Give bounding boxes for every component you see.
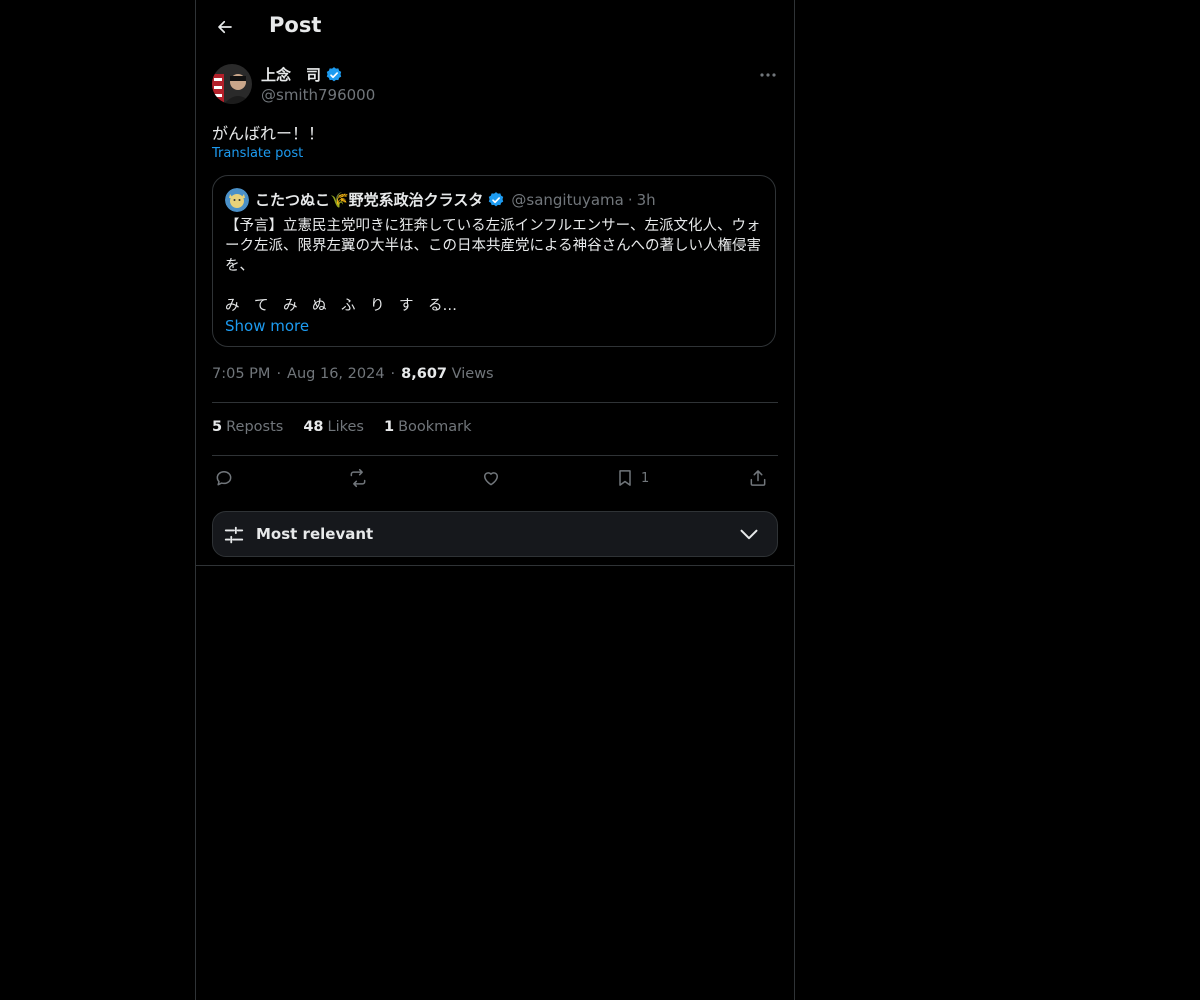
bookmarks-count: 1 (383, 419, 395, 435)
page-title: Post (269, 13, 322, 37)
author-name[interactable]: 上念 司 (261, 64, 343, 85)
author-name-text: 上念 司 (261, 66, 322, 84)
reposts-stat[interactable]: 5 Reposts (212, 419, 283, 435)
quoted-post[interactable]: こたつぬこ🌾野党系政治クラスタ @sangituyama · 3h 【予言】立憲… (212, 175, 776, 347)
reply-button[interactable] (214, 468, 234, 488)
sliders-icon (224, 526, 244, 544)
quoted-post-time[interactable]: 3h (637, 191, 656, 209)
verified-badge-icon (326, 66, 342, 81)
sort-label: Most relevant (256, 525, 374, 543)
show-more-link[interactable]: Show more (225, 317, 309, 335)
repost-button[interactable] (347, 468, 369, 488)
post-text: がんばれー！！ (212, 124, 325, 143)
bookmark-button[interactable]: 1 (615, 468, 649, 488)
author-avatar[interactable] (212, 64, 252, 104)
verified-badge-icon (489, 191, 504, 206)
arrow-left-icon (218, 20, 232, 34)
reply-icon (216, 471, 232, 486)
post-meta: 7:05 PM · Aug 16, 2024 · 8,607 Views (212, 366, 494, 382)
quoted-author-name[interactable]: こたつぬこ🌾野党系政治クラスタ (255, 189, 483, 210)
more-options-button[interactable] (756, 64, 780, 86)
quoted-author-avatar[interactable] (225, 188, 249, 212)
divider (196, 565, 794, 566)
translate-post-link[interactable]: Translate post (212, 146, 303, 161)
heart-icon (484, 472, 498, 486)
header: Post (196, 0, 794, 54)
bookmark-icon (619, 470, 631, 486)
bookmarks-label: Bookmark (398, 419, 472, 435)
reply-sort-dropdown[interactable]: Most relevant (212, 511, 778, 557)
views-label: Views (451, 366, 494, 382)
divider (212, 402, 778, 403)
likes-count: 48 (303, 419, 324, 435)
action-bar: 1 (212, 466, 778, 494)
bookmark-count: 1 (641, 470, 650, 486)
quoted-post-header: こたつぬこ🌾野党系政治クラスタ @sangituyama · 3h (255, 189, 656, 210)
separator-dot: · (276, 366, 282, 382)
separator-dot: · (627, 190, 633, 209)
back-button[interactable] (210, 12, 240, 42)
repost-icon (350, 468, 366, 488)
share-icon (750, 470, 766, 486)
likes-label: Likes (327, 419, 364, 435)
engagement-stats: 5 Reposts 48 Likes 1 Bookmark (212, 419, 472, 435)
more-horizontal-icon (760, 73, 776, 77)
likes-stat[interactable]: 48 Likes (303, 419, 364, 435)
chevron-down-icon (740, 529, 758, 540)
post-date[interactable]: Aug 16, 2024 (287, 366, 385, 382)
views-stat: 8,607 Views (401, 366, 493, 382)
share-button[interactable] (748, 468, 768, 488)
quoted-author-handle[interactable]: @sangituyama (511, 191, 623, 209)
post-detail-column: Post 上念 司 @smith796000 がんばれー！！ Translate… (195, 0, 795, 1000)
reposts-label: Reposts (226, 419, 284, 435)
like-button[interactable] (481, 468, 501, 488)
separator-dot: · (390, 366, 396, 382)
views-count: 8,607 (401, 366, 448, 382)
author-handle[interactable]: @smith796000 (261, 86, 375, 104)
reposts-count: 5 (212, 419, 223, 435)
bookmarks-stat[interactable]: 1 Bookmark (384, 419, 472, 435)
divider (212, 455, 778, 456)
quoted-post-text: 【予言】立憲民主党叩きに狂奔している左派インフルエンサー、左派文化人、ウォーク左… (225, 218, 762, 314)
post-time[interactable]: 7:05 PM (212, 366, 270, 382)
